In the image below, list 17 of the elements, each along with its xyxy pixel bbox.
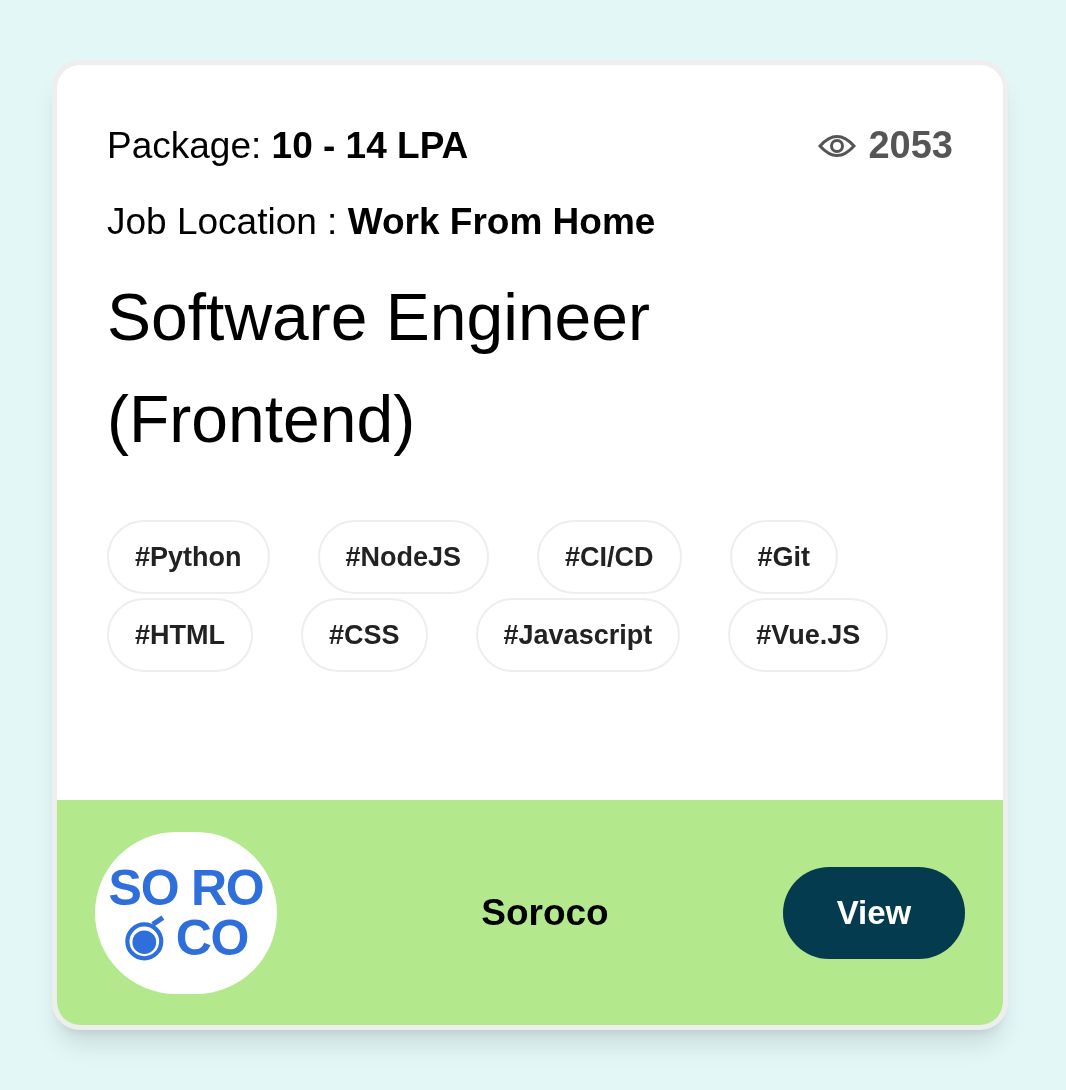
logo-text: SO RO [108, 862, 264, 913]
package-text: Package: 10 - 14 LPA [107, 123, 469, 168]
job-title: Software Engineer (Frontend) [107, 278, 651, 458]
skill-tag: #Javascript [475, 598, 681, 673]
skill-tag: #Vue.JS [728, 598, 889, 673]
logo-text: CO [175, 912, 249, 963]
skill-tag: #CI/CD [537, 520, 682, 595]
skill-tag: #Git [729, 520, 839, 595]
skill-tag: #CSS [301, 598, 428, 673]
view-button[interactable]: View [783, 866, 965, 959]
eye-icon [818, 132, 857, 159]
company-name: Soroco [481, 890, 609, 935]
skill-tag: #NodeJS [317, 520, 490, 595]
skill-tag: #Python [107, 520, 270, 595]
skill-tag: #HTML [107, 598, 253, 673]
job-location-text: Job Location : Work From Home [107, 200, 657, 244]
view-count: 2053 [868, 123, 953, 168]
